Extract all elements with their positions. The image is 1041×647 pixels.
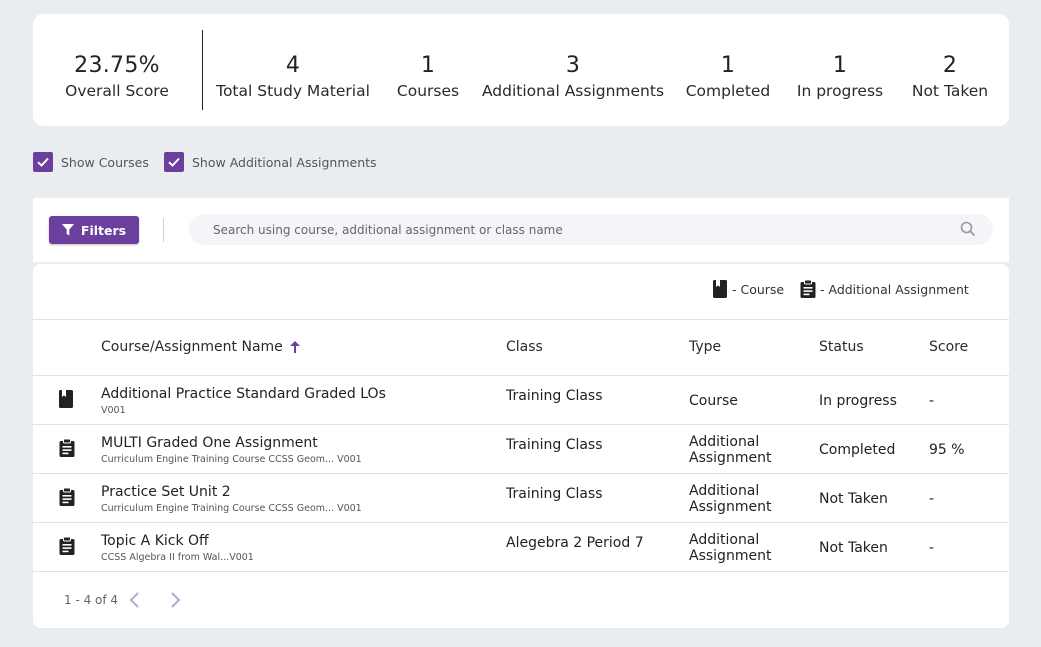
- clipboard-icon: [59, 439, 75, 457]
- stat-value: 1: [720, 53, 736, 78]
- filters-label: Filters: [80, 222, 127, 238]
- stat-overall-score: 23.75% Overall Score: [65, 55, 169, 100]
- table-row[interactable]: Additional Practice Standard Graded LOs …: [33, 376, 1009, 425]
- stat-total-study-material: 4 Total Study Material: [216, 55, 370, 100]
- filter-icon: [61, 224, 74, 236]
- stat-additional-assignments: 3 Additional Assignments: [482, 55, 664, 100]
- clipboard-icon: [800, 280, 816, 298]
- row-type: Additional Assignment: [689, 482, 772, 515]
- stat-label: Not Taken: [911, 82, 989, 100]
- row-status: Not Taken: [819, 539, 888, 556]
- clipboard-icon: [59, 488, 75, 506]
- row-type: Additional Assignment: [689, 433, 772, 466]
- stat-label: Total Study Material: [216, 82, 370, 100]
- stat-label: Courses: [396, 82, 460, 100]
- book-icon: [59, 390, 73, 408]
- show-courses-label: Show Courses: [61, 154, 149, 170]
- table-row[interactable]: Topic A Kick Off CCSS Algebra II from Wa…: [33, 523, 1009, 572]
- row-class: Training Class: [506, 437, 603, 453]
- row-status: In progress: [819, 392, 897, 409]
- header-type[interactable]: Type: [689, 339, 721, 355]
- toolbar: Filters: [33, 198, 1009, 262]
- sort-ascending-icon[interactable]: [289, 341, 300, 353]
- book-icon: [713, 280, 727, 298]
- row-status: Completed: [819, 441, 896, 458]
- stat-courses: 1 Courses: [397, 55, 459, 100]
- stat-in-progress: 1 In progress: [797, 55, 883, 100]
- row-type: Course: [689, 392, 738, 409]
- header-name[interactable]: Course/Assignment Name: [101, 339, 300, 355]
- previous-page-icon[interactable]: [128, 591, 142, 609]
- legend-assignment: - Additional Assignment: [800, 280, 969, 298]
- stat-value: 2: [942, 53, 958, 78]
- checkmark-icon: [33, 152, 53, 172]
- row-score: -: [929, 490, 935, 507]
- row-type: Additional Assignment: [689, 531, 772, 564]
- stat-value: 1: [832, 53, 848, 78]
- header-name-label: Course/Assignment Name: [101, 339, 283, 355]
- stat-label: Additional Assignments: [481, 82, 665, 100]
- summary-card: 23.75% Overall Score 4 Total Study Mater…: [33, 14, 1009, 126]
- legend-course-label: - Course: [732, 281, 785, 297]
- row-subtitle: CCSS Algebra II from Wal...V001: [101, 552, 254, 563]
- table-row[interactable]: Practice Set Unit 2 Curriculum Engine Tr…: [33, 474, 1009, 523]
- stat-divider: [202, 30, 203, 110]
- stat-completed: 1 Completed: [686, 55, 771, 100]
- row-status: Not Taken: [819, 490, 888, 507]
- row-name[interactable]: Topic A Kick Off: [101, 533, 209, 549]
- row-class: Training Class: [506, 486, 603, 502]
- header-class[interactable]: Class: [506, 339, 543, 355]
- header-status[interactable]: Status: [819, 339, 864, 355]
- row-name[interactable]: Additional Practice Standard Graded LOs: [101, 386, 386, 402]
- row-name[interactable]: Practice Set Unit 2: [101, 484, 231, 500]
- stat-not-taken: 2 Not Taken: [912, 55, 988, 100]
- study-material-table: - Course - Additional Assignment Course/…: [33, 264, 1009, 628]
- stat-value: 4: [285, 53, 301, 78]
- search-input[interactable]: [189, 214, 993, 245]
- stat-value: 3: [565, 53, 581, 78]
- row-score: 95 %: [929, 441, 965, 458]
- row-score: -: [929, 539, 935, 556]
- search-box: [189, 214, 993, 245]
- legend-course: - Course: [713, 280, 784, 298]
- show-assignments-checkbox[interactable]: Show Additional Assignments: [164, 152, 377, 172]
- toolbar-divider: [163, 218, 164, 242]
- filters-button[interactable]: Filters: [49, 216, 139, 244]
- stat-value: 23.75%: [74, 53, 160, 78]
- legend-assignment-label: - Additional Assignment: [820, 281, 969, 297]
- stat-label: Overall Score: [65, 82, 169, 100]
- divider: [33, 571, 1009, 572]
- row-subtitle: Curriculum Engine Training Course CCSS G…: [101, 503, 362, 514]
- search-icon[interactable]: [960, 221, 976, 237]
- row-subtitle: V001: [101, 405, 126, 416]
- row-class: Alegebra 2 Period 7: [506, 535, 644, 551]
- divider: [33, 319, 1009, 320]
- header-score[interactable]: Score: [929, 339, 968, 355]
- row-subtitle: Curriculum Engine Training Course CCSS G…: [101, 454, 362, 465]
- row-class: Training Class: [506, 388, 603, 404]
- show-assignments-label: Show Additional Assignments: [192, 154, 377, 170]
- table-row[interactable]: MULTI Graded One Assignment Curriculum E…: [33, 425, 1009, 474]
- stat-label: In progress: [796, 82, 884, 100]
- stat-value: 1: [420, 53, 436, 78]
- row-score: -: [929, 392, 935, 409]
- checkmark-icon: [164, 152, 184, 172]
- next-page-icon[interactable]: [168, 591, 182, 609]
- show-courses-checkbox[interactable]: Show Courses: [33, 152, 149, 172]
- clipboard-icon: [59, 537, 75, 555]
- pagination-text: 1 - 4 of 4: [64, 593, 119, 607]
- row-name[interactable]: MULTI Graded One Assignment: [101, 435, 318, 451]
- stat-label: Completed: [685, 82, 771, 100]
